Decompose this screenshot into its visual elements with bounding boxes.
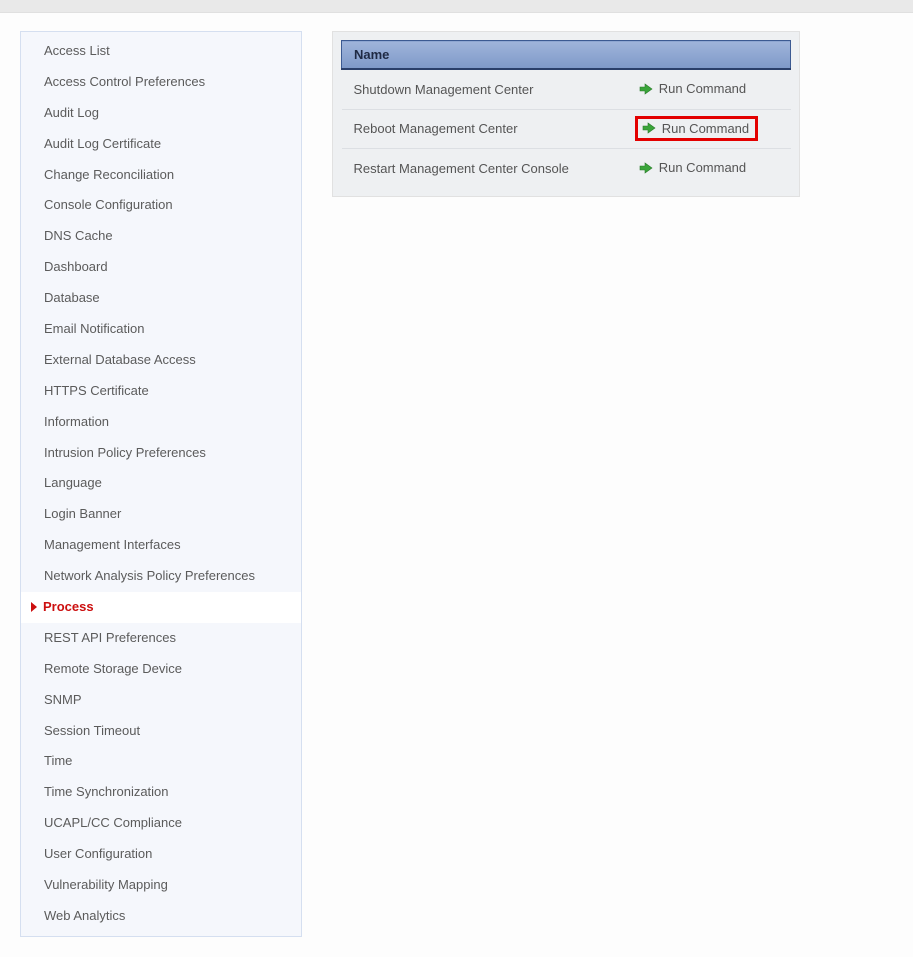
sidebar-item-label: Audit Log Certificate [44, 136, 161, 151]
process-name-cell: Shutdown Management Center [342, 69, 627, 109]
sidebar-item-information[interactable]: Information [21, 407, 301, 438]
arrow-right-icon [639, 162, 653, 174]
run-command-label: Run Command [659, 81, 746, 96]
sidebar-item-label: Database [44, 290, 100, 305]
run-command-link[interactable]: Run Command [642, 121, 749, 136]
sidebar-item-session-timeout[interactable]: Session Timeout [21, 716, 301, 747]
sidebar-item-label: Language [44, 475, 102, 490]
sidebar-item-language[interactable]: Language [21, 468, 301, 499]
triangle-right-icon [31, 602, 37, 612]
sidebar-item-label: Intrusion Policy Preferences [44, 445, 206, 460]
sidebar-item-login-banner[interactable]: Login Banner [21, 499, 301, 530]
sidebar-item-label: External Database Access [44, 352, 196, 367]
arrow-right-icon [642, 122, 656, 134]
sidebar-item-label: SNMP [44, 692, 82, 707]
sidebar-item-label: Audit Log [44, 105, 99, 120]
sidebar-item-label: Information [44, 414, 109, 429]
table-header-name: Name [342, 41, 627, 70]
sidebar-item-label: UCAPL/CC Compliance [44, 815, 182, 830]
sidebar-item-label: Management Interfaces [44, 537, 181, 552]
sidebar-item-access-control-preferences[interactable]: Access Control Preferences [21, 67, 301, 98]
highlight-box: Run Command [635, 116, 758, 141]
sidebar-item-time-synchronization[interactable]: Time Synchronization [21, 777, 301, 808]
sidebar-item-label: Access Control Preferences [44, 74, 205, 89]
sidebar-item-audit-log[interactable]: Audit Log [21, 98, 301, 129]
sidebar-item-label: Remote Storage Device [44, 661, 182, 676]
run-command-link[interactable]: Run Command [639, 81, 746, 96]
sidebar-item-intrusion-policy-preferences[interactable]: Intrusion Policy Preferences [21, 438, 301, 469]
process-action-cell: Run Command [627, 149, 791, 188]
sidebar-item-access-list[interactable]: Access List [21, 36, 301, 67]
sidebar-item-email-notification[interactable]: Email Notification [21, 314, 301, 345]
sidebar-item-time[interactable]: Time [21, 746, 301, 777]
sidebar-item-management-interfaces[interactable]: Management Interfaces [21, 530, 301, 561]
main-panel: Name Shutdown Management Center Run Comma… [332, 31, 800, 197]
sidebar-item-https-certificate[interactable]: HTTPS Certificate [21, 376, 301, 407]
table-header-actions [627, 41, 791, 70]
sidebar-item-dns-cache[interactable]: DNS Cache [21, 221, 301, 252]
sidebar-item-label: User Configuration [44, 846, 152, 861]
arrow-right-icon [639, 83, 653, 95]
run-command-label: Run Command [662, 121, 749, 136]
sidebar-item-label: DNS Cache [44, 228, 113, 243]
sidebar-item-network-analysis-policy-preferences[interactable]: Network Analysis Policy Preferences [21, 561, 301, 592]
sidebar: Access List Access Control Preferences Aud… [20, 31, 302, 937]
sidebar-item-label: HTTPS Certificate [44, 383, 149, 398]
process-table: Name Shutdown Management Center Run Comma… [341, 40, 791, 188]
sidebar-item-web-analytics[interactable]: Web Analytics [21, 901, 301, 932]
sidebar-item-change-reconciliation[interactable]: Change Reconciliation [21, 160, 301, 191]
sidebar-item-dashboard[interactable]: Dashboard [21, 252, 301, 283]
content-area: Access List Access Control Preferences Aud… [0, 13, 913, 957]
sidebar-item-user-configuration[interactable]: User Configuration [21, 839, 301, 870]
sidebar-item-process[interactable]: Process [21, 592, 301, 623]
run-command-label: Run Command [659, 160, 746, 175]
sidebar-item-label: Process [43, 599, 94, 616]
process-action-cell: Run Command [627, 69, 791, 109]
sidebar-item-label: Dashboard [44, 259, 108, 274]
sidebar-item-label: Login Banner [44, 506, 121, 521]
sidebar-item-database[interactable]: Database [21, 283, 301, 314]
sidebar-item-external-database-access[interactable]: External Database Access [21, 345, 301, 376]
sidebar-item-label: Email Notification [44, 321, 144, 336]
sidebar-item-label: Session Timeout [44, 723, 140, 738]
sidebar-item-label: Time [44, 753, 72, 768]
sidebar-item-audit-log-certificate[interactable]: Audit Log Certificate [21, 129, 301, 160]
table-row: Reboot Management Center Run Command [342, 109, 791, 149]
sidebar-item-label: REST API Preferences [44, 630, 176, 645]
sidebar-item-ucapl-cc-compliance[interactable]: UCAPL/CC Compliance [21, 808, 301, 839]
process-name-cell: Restart Management Center Console [342, 149, 627, 188]
sidebar-item-label: Change Reconciliation [44, 167, 174, 182]
sidebar-item-label: Network Analysis Policy Preferences [44, 568, 255, 583]
run-command-link[interactable]: Run Command [639, 160, 746, 175]
sidebar-item-rest-api-preferences[interactable]: REST API Preferences [21, 623, 301, 654]
sidebar-item-label: Console Configuration [44, 197, 173, 212]
sidebar-item-label: Access List [44, 43, 110, 58]
sidebar-item-snmp[interactable]: SNMP [21, 685, 301, 716]
table-row: Shutdown Management Center Run Command [342, 69, 791, 109]
sidebar-item-console-configuration[interactable]: Console Configuration [21, 190, 301, 221]
table-row: Restart Management Center Console Run Com… [342, 149, 791, 188]
sidebar-item-label: Web Analytics [44, 908, 125, 923]
process-action-cell: Run Command [627, 109, 791, 149]
top-bar [0, 0, 913, 13]
sidebar-item-label: Vulnerability Mapping [44, 877, 168, 892]
sidebar-item-remote-storage-device[interactable]: Remote Storage Device [21, 654, 301, 685]
sidebar-item-label: Time Synchronization [44, 784, 169, 799]
table-header-row: Name [342, 41, 791, 70]
process-name-cell: Reboot Management Center [342, 109, 627, 149]
